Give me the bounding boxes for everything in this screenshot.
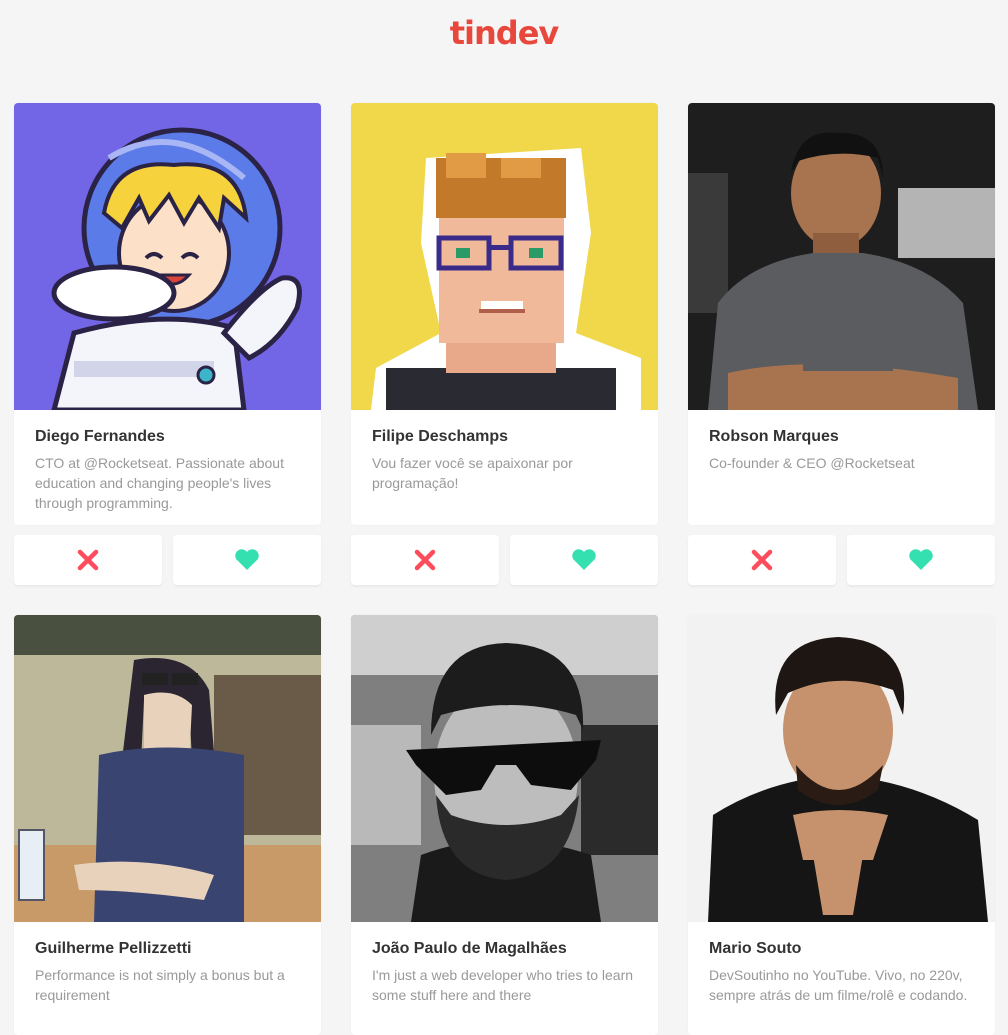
dev-card: Guilherme Pellizzetti Performance is not… <box>14 615 321 1035</box>
like-button[interactable] <box>847 535 995 585</box>
x-icon <box>751 549 773 571</box>
pixel-art-avatar-image <box>351 103 658 410</box>
dev-item: Robson Marques Co-founder & CEO @Rockets… <box>688 103 995 585</box>
like-button[interactable] <box>173 535 321 585</box>
dislike-button[interactable] <box>14 535 162 585</box>
dislike-button[interactable] <box>351 535 499 585</box>
heart-icon <box>572 549 596 570</box>
dev-item: Diego Fernandes CTO at @Rocketseat. Pass… <box>14 103 321 585</box>
x-icon <box>414 549 436 571</box>
card-actions <box>688 535 995 585</box>
dev-card: Robson Marques Co-founder & CEO @Rockets… <box>688 103 995 525</box>
avatar <box>14 615 321 922</box>
astronaut-avatar-image <box>14 103 321 410</box>
photo-avatar-image <box>688 615 995 922</box>
dev-bio: Co-founder & CEO @Rocketseat <box>709 455 915 471</box>
card-actions <box>351 535 658 585</box>
dev-item: João Paulo de Magalhães I'm just a web d… <box>351 615 658 1035</box>
header: tindev <box>0 14 1008 52</box>
avatar <box>688 615 995 922</box>
dev-card: João Paulo de Magalhães I'm just a web d… <box>351 615 658 1035</box>
dev-card: Mario Souto DevSoutinho no YouTube. Vivo… <box>688 615 995 1035</box>
heart-icon <box>235 549 259 570</box>
dev-bio: Vou fazer você se apaixonar por programa… <box>372 455 573 491</box>
logo-text: tindev <box>449 14 560 52</box>
tindev-logo[interactable]: tindev <box>449 14 560 52</box>
dev-name: Mario Souto <box>709 940 802 957</box>
anime-avatar-image <box>14 615 321 922</box>
dev-name: Diego Fernandes <box>35 428 165 445</box>
photo-avatar-image <box>688 103 995 410</box>
dev-name: Filipe Deschamps <box>372 428 509 445</box>
dev-card: Filipe Deschamps Vou fazer você se apaix… <box>351 103 658 525</box>
dev-bio: DevSoutinho no YouTube. Vivo, no 220v, s… <box>709 967 968 1003</box>
dev-item: Filipe Deschamps Vou fazer você se apaix… <box>351 103 658 585</box>
dev-name: João Paulo de Magalhães <box>372 940 567 957</box>
dev-name: Robson Marques <box>709 428 839 445</box>
dev-bio: Performance is not simply a bonus but a … <box>35 967 285 1003</box>
dev-grid: Diego Fernandes CTO at @Rocketseat. Pass… <box>14 103 995 1035</box>
dev-item: Mario Souto DevSoutinho no YouTube. Vivo… <box>688 615 995 1035</box>
heart-icon <box>909 549 933 570</box>
dev-item: Guilherme Pellizzetti Performance is not… <box>14 615 321 1035</box>
avatar <box>14 103 321 410</box>
dev-card: Diego Fernandes CTO at @Rocketseat. Pass… <box>14 103 321 525</box>
avatar <box>351 103 658 410</box>
dislike-button[interactable] <box>688 535 836 585</box>
dev-bio: CTO at @Rocketseat. Passionate about edu… <box>35 455 284 511</box>
avatar <box>688 103 995 410</box>
x-icon <box>77 549 99 571</box>
like-button[interactable] <box>510 535 658 585</box>
dev-bio: I'm just a web developer who tries to le… <box>372 967 634 1003</box>
photo-avatar-image <box>351 615 658 922</box>
avatar <box>351 615 658 922</box>
dev-name: Guilherme Pellizzetti <box>35 940 192 957</box>
card-actions <box>14 535 321 585</box>
